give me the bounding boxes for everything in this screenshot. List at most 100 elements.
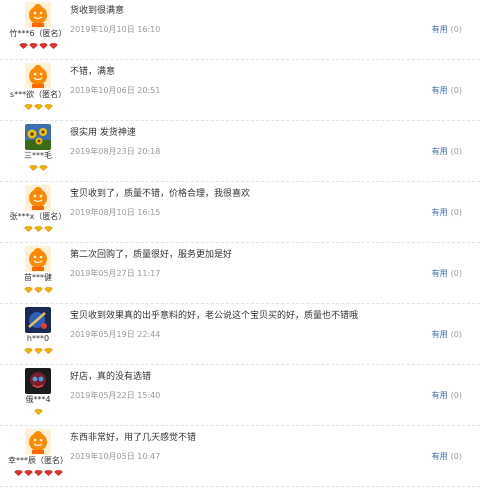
useful-button[interactable]: 有用 bbox=[432, 391, 448, 400]
credit-level-badges bbox=[0, 161, 76, 172]
review-date: 2019年10月05日 10:47 bbox=[70, 452, 161, 461]
review-item: 张***x（匿名） 宝贝收到了，质量不错，价格合理，我很喜欢 2019年08月10日… bbox=[0, 183, 480, 243]
reviewer-name: 三***毛 bbox=[24, 151, 52, 160]
review-date: 2019年05月19日 22:44 bbox=[70, 330, 161, 339]
avatar[interactable] bbox=[25, 368, 51, 394]
review-text: 宝贝收到了，质量不错，价格合理，我很喜欢 bbox=[70, 189, 251, 199]
review-item: s***欲（匿名） 不错，满意 2019年10月06日 20:51 有用 (0) bbox=[0, 61, 480, 121]
reviewer-name: 张***x（匿名） bbox=[9, 212, 67, 221]
review-text: 货收到很满意 bbox=[70, 6, 125, 16]
gold-crown-icon bbox=[28, 161, 38, 172]
useful-button[interactable]: 有用 bbox=[432, 25, 448, 34]
reviewer-name: h***0 bbox=[26, 334, 50, 343]
useful-vote: 有用 (0) bbox=[432, 330, 462, 340]
gold-crown-icon bbox=[33, 344, 43, 355]
review-item: h***0 宝贝收到效果真的出乎意料的好，老公说这个宝贝买的好，质量也不错哦 201… bbox=[0, 305, 480, 365]
red-diamond-icon bbox=[43, 466, 53, 477]
reviewer: 苗***健 bbox=[0, 246, 76, 294]
gold-crown-icon bbox=[33, 283, 43, 294]
reviewer-name: 幸***辰（匿名） bbox=[8, 456, 68, 465]
gold-crown-icon bbox=[33, 100, 43, 111]
review-date: 2019年05月22日 15:40 bbox=[70, 391, 161, 400]
gold-crown-icon bbox=[23, 222, 33, 233]
gold-crown-icon bbox=[43, 344, 53, 355]
useful-vote: 有用 (0) bbox=[432, 86, 462, 96]
gold-crown-icon bbox=[23, 344, 33, 355]
red-diamond-icon bbox=[23, 466, 33, 477]
credit-level-badges bbox=[0, 344, 76, 355]
useful-count: (0) bbox=[450, 330, 462, 339]
review-text: 东西非常好，用了几天感觉不错 bbox=[70, 433, 197, 443]
useful-vote: 有用 (0) bbox=[432, 391, 462, 401]
useful-count: (0) bbox=[450, 391, 462, 400]
reviewer-name: 苗***健 bbox=[24, 273, 52, 282]
useful-count: (0) bbox=[450, 208, 462, 217]
credit-level-badges bbox=[0, 39, 76, 50]
credit-level-badges bbox=[0, 100, 76, 111]
review-item: 苗***健 第二次回购了，质量很好，服务更加是好 2019年05月27日 11:17… bbox=[0, 244, 480, 304]
useful-button[interactable]: 有用 bbox=[432, 330, 448, 339]
credit-level-badges bbox=[0, 283, 76, 294]
gold-crown-icon bbox=[43, 100, 53, 111]
review-item: 俄***4 好店，真的没有选错 2019年05月22日 15:40 有用 (0) bbox=[0, 366, 480, 426]
useful-count: (0) bbox=[450, 452, 462, 461]
avatar[interactable] bbox=[25, 307, 51, 333]
useful-button[interactable]: 有用 bbox=[432, 208, 448, 217]
useful-count: (0) bbox=[450, 25, 462, 34]
useful-count: (0) bbox=[450, 147, 462, 156]
useful-vote: 有用 (0) bbox=[432, 147, 462, 157]
useful-button[interactable]: 有用 bbox=[432, 86, 448, 95]
avatar[interactable] bbox=[25, 124, 51, 150]
useful-button[interactable]: 有用 bbox=[432, 452, 448, 461]
review-text: 好店，真的没有选错 bbox=[70, 372, 152, 382]
reviewer: 三***毛 bbox=[0, 124, 76, 172]
review-date: 2019年10月10日 16:10 bbox=[70, 25, 161, 34]
review-item: 竹***6（匿名） 货收到很满意 2019年10月10日 16:10 有用 (0) bbox=[0, 0, 480, 60]
avatar[interactable] bbox=[25, 2, 51, 28]
review-date: 2019年08月10日 16:15 bbox=[70, 208, 161, 217]
review-date: 2019年10月06日 20:51 bbox=[70, 86, 161, 95]
useful-count: (0) bbox=[450, 86, 462, 95]
red-diamond-icon bbox=[33, 466, 43, 477]
reviewer: 俄***4 bbox=[0, 368, 76, 416]
reviewer: h***0 bbox=[0, 307, 76, 355]
credit-level-badges bbox=[0, 222, 76, 233]
review-date: 2019年08月23日 20:18 bbox=[70, 147, 161, 156]
review-item: 幸***辰（匿名） 东西非常好，用了几天感觉不错 2019年10月05日 10:47… bbox=[0, 427, 480, 487]
useful-vote: 有用 (0) bbox=[432, 452, 462, 462]
gold-crown-icon bbox=[43, 283, 53, 294]
useful-button[interactable]: 有用 bbox=[432, 147, 448, 156]
useful-vote: 有用 (0) bbox=[432, 269, 462, 279]
reviewer-name: s***欲（匿名） bbox=[9, 90, 67, 99]
credit-level-badges bbox=[0, 466, 76, 477]
red-diamond-icon bbox=[28, 39, 38, 50]
reviewer: 幸***辰（匿名） bbox=[0, 429, 76, 477]
gold-crown-icon bbox=[38, 161, 48, 172]
red-diamond-icon bbox=[13, 466, 23, 477]
useful-vote: 有用 (0) bbox=[432, 25, 462, 35]
gold-crown-icon bbox=[23, 283, 33, 294]
useful-button[interactable]: 有用 bbox=[432, 269, 448, 278]
review-item: 三***毛 很实用 发货神速 2019年08月23日 20:18 有用 (0) bbox=[0, 122, 480, 182]
gold-crown-icon bbox=[43, 222, 53, 233]
credit-level-badges bbox=[0, 405, 76, 416]
gold-crown-icon bbox=[33, 222, 43, 233]
red-diamond-icon bbox=[18, 39, 28, 50]
avatar[interactable] bbox=[25, 429, 51, 455]
red-diamond-icon bbox=[48, 39, 58, 50]
reviewer: 张***x（匿名） bbox=[0, 185, 76, 233]
reviewer: 竹***6（匿名） bbox=[0, 2, 76, 50]
red-diamond-icon bbox=[53, 466, 63, 477]
useful-count: (0) bbox=[450, 269, 462, 278]
review-text: 不错，满意 bbox=[70, 67, 116, 77]
review-text: 第二次回购了，质量很好，服务更加是好 bbox=[70, 250, 233, 260]
review-text: 宝贝收到效果真的出乎意料的好，老公说这个宝贝买的好，质量也不错哦 bbox=[70, 311, 359, 321]
review-list: 竹***6（匿名） 货收到很满意 2019年10月10日 16:10 有用 (0) s**… bbox=[0, 0, 480, 499]
avatar[interactable] bbox=[25, 246, 51, 272]
avatar[interactable] bbox=[25, 185, 51, 211]
review-text: 很实用 发货神速 bbox=[70, 128, 136, 138]
reviewer-name: 俄***4 bbox=[25, 395, 51, 404]
gold-crown-icon bbox=[23, 100, 33, 111]
reviewer: s***欲（匿名） bbox=[0, 63, 76, 111]
avatar[interactable] bbox=[25, 63, 51, 89]
